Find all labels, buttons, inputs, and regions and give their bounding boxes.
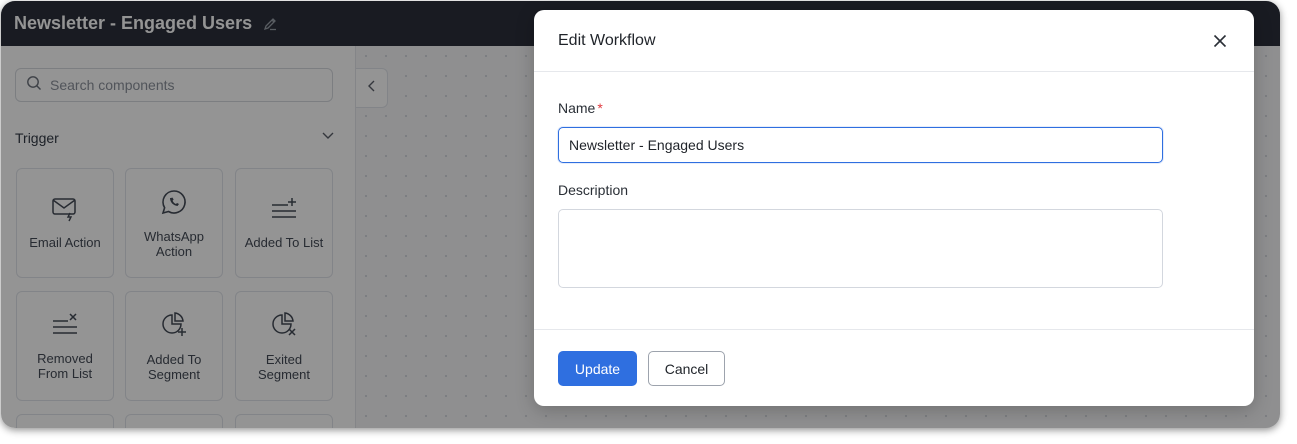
dialog-footer: Update Cancel <box>534 329 1254 407</box>
dialog-title: Edit Workflow <box>558 31 656 49</box>
update-button[interactable]: Update <box>558 351 637 386</box>
edit-workflow-dialog: Edit Workflow Name* Description Update C… <box>534 10 1254 406</box>
description-input[interactable] <box>558 209 1163 288</box>
name-input[interactable] <box>558 127 1163 163</box>
name-label: Name * <box>558 100 603 116</box>
description-label: Description <box>558 182 629 198</box>
cancel-button[interactable]: Cancel <box>648 351 725 386</box>
close-button[interactable] <box>1210 31 1230 51</box>
name-label-text: Name <box>558 100 596 116</box>
dialog-header: Edit Workflow <box>534 10 1254 72</box>
close-icon <box>1213 34 1227 47</box>
required-marker: * <box>597 100 603 116</box>
